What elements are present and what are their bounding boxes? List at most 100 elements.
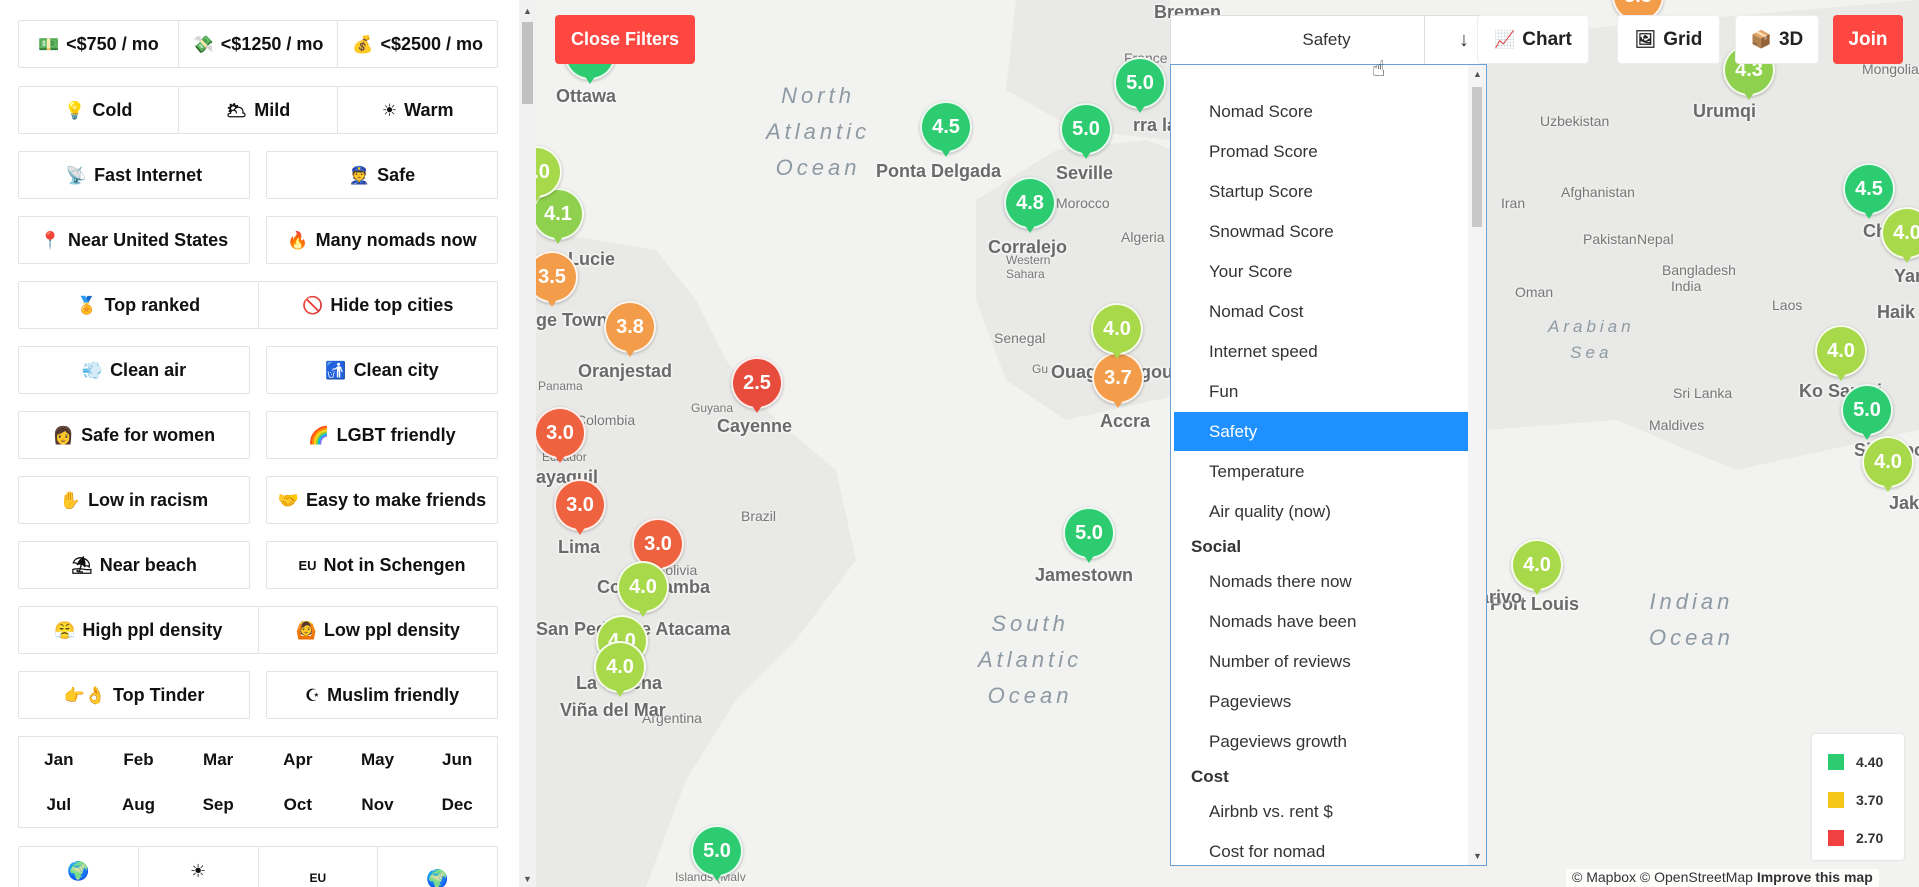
- score-pin[interactable]: 4.0: [1511, 539, 1563, 601]
- sort-option[interactable]: Nomads have been: [1174, 602, 1468, 641]
- filter-clean-air[interactable]: 💨 Clean air: [18, 346, 250, 394]
- sort-select[interactable]: Safety ↓: [1170, 15, 1487, 65]
- month-mar[interactable]: Mar: [178, 737, 258, 782]
- sort-dropdown-list[interactable]: Nomad Score Promad Score Startup Score S…: [1170, 64, 1487, 866]
- filter-warm[interactable]: ☀ Warm: [337, 86, 499, 134]
- score-pin[interactable]: 4.0: [1881, 207, 1919, 269]
- scroll-down-icon[interactable]: ▼: [523, 874, 532, 884]
- filter-safe-for-women[interactable]: 👩 Safe for women: [18, 411, 250, 459]
- filter-easy-friends[interactable]: 🤝 Easy to make friends: [266, 476, 498, 524]
- filter-low-racism[interactable]: ✋ Low in racism: [18, 476, 250, 524]
- scroll-up-icon[interactable]: ▲: [1473, 69, 1482, 79]
- filter-partial-1[interactable]: 🌍: [18, 846, 139, 887]
- month-jun[interactable]: Jun: [417, 737, 497, 782]
- filter-panel-scrollbar[interactable]: ▲ ▼: [519, 0, 536, 887]
- filter-hide-top-cities[interactable]: 🚫 Hide top cities: [257, 281, 498, 329]
- score-pin[interactable]: 5.0: [1063, 507, 1115, 569]
- score-pin[interactable]: 5.0: [691, 825, 743, 887]
- score-pin[interactable]: 4.5: [920, 101, 972, 163]
- sort-option[interactable]: Pageviews: [1174, 682, 1468, 721]
- city-corralejo[interactable]: Corralejo: [988, 237, 1067, 258]
- scrollbar-thumb[interactable]: [1472, 87, 1482, 227]
- filter-mild[interactable]: 🌥 Mild: [177, 86, 339, 134]
- scroll-up-icon[interactable]: ▲: [523, 6, 532, 16]
- grid-view-button[interactable]: 🖼 Grid: [1617, 15, 1720, 64]
- join-button[interactable]: Join: [1833, 15, 1903, 64]
- 3d-view-button[interactable]: 📦 3D: [1735, 15, 1819, 64]
- score-pin[interactable]: 4.0: [536, 146, 562, 208]
- sort-option[interactable]: Nomads there now: [1174, 562, 1468, 601]
- sort-option[interactable]: Startup Score: [1174, 172, 1468, 211]
- score-pin[interactable]: 2.5: [731, 357, 783, 419]
- sort-option-selected[interactable]: Safety: [1174, 412, 1468, 451]
- sort-option[interactable]: Nomad Score: [1174, 92, 1468, 131]
- score-pin[interactable]: 3.5: [536, 251, 578, 313]
- sort-option[interactable]: Internet speed: [1174, 332, 1468, 371]
- filter-low-density[interactable]: 🙆 Low ppl density: [257, 606, 498, 654]
- month-jan[interactable]: Jan: [19, 737, 99, 782]
- score-pin[interactable]: 3.8: [604, 301, 656, 363]
- month-jul[interactable]: Jul: [19, 782, 99, 827]
- sort-option[interactable]: Your Score: [1174, 252, 1468, 291]
- filter-partial-4[interactable]: 🌍: [377, 846, 498, 887]
- sort-option[interactable]: Snowmad Score: [1174, 212, 1468, 251]
- osm-link[interactable]: © OpenStreetMap: [1640, 869, 1753, 885]
- sort-option[interactable]: Air quality (now): [1174, 492, 1468, 531]
- score-pin[interactable]: 5.0: [1114, 57, 1166, 119]
- close-filters-button[interactable]: Close Filters: [555, 15, 695, 64]
- sort-option[interactable]: Number of reviews: [1174, 642, 1468, 681]
- filter-many-nomads[interactable]: 🔥 Many nomads now: [266, 216, 498, 264]
- filter-safe[interactable]: 👮 Safe: [266, 151, 498, 199]
- city-yangshuo[interactable]: Yangs: [1894, 266, 1919, 287]
- sort-option[interactable]: Promad Score: [1174, 132, 1468, 171]
- month-sep[interactable]: Sep: [178, 782, 258, 827]
- filter-budget-750[interactable]: 💵 <$750 / mo: [18, 20, 179, 68]
- sort-option[interactable]: Fun: [1174, 372, 1468, 411]
- sort-option[interactable]: Pageviews growth: [1174, 722, 1468, 761]
- city-accra[interactable]: Accra: [1100, 411, 1150, 432]
- city-cayenne[interactable]: Cayenne: [717, 416, 792, 437]
- filter-high-density[interactable]: 😤 High ppl density: [18, 606, 259, 654]
- city-oranjestad[interactable]: Oranjestad: [578, 361, 672, 382]
- score-pin[interactable]: 4.0: [1862, 436, 1914, 498]
- scroll-down-icon[interactable]: ▼: [1473, 851, 1482, 861]
- filter-partial-3[interactable]: EU: [257, 846, 379, 887]
- month-may[interactable]: May: [338, 737, 418, 782]
- filter-near-beach[interactable]: ⛱ Near beach: [18, 541, 250, 589]
- city-vina-del-mar[interactable]: Viña del Mar: [560, 700, 666, 721]
- score-pin[interactable]: 3.0: [554, 479, 606, 541]
- score-pin[interactable]: 4.0: [617, 561, 669, 623]
- score-pin[interactable]: 4.0: [1815, 325, 1867, 387]
- sort-option[interactable]: Cost for nomad: [1174, 832, 1468, 865]
- month-apr[interactable]: Apr: [258, 737, 338, 782]
- city-haikou[interactable]: Haik: [1877, 302, 1915, 323]
- filter-budget-1250[interactable]: 💸 <$1250 / mo: [177, 20, 339, 68]
- sort-option[interactable]: Airbnb vs. rent $: [1174, 792, 1468, 831]
- filter-cold[interactable]: 💡 Cold: [18, 86, 179, 134]
- score-pin[interactable]: 4.0: [1091, 303, 1143, 365]
- city-ponta-delgada[interactable]: Ponta Delgada: [876, 161, 1001, 182]
- sort-option[interactable]: Nomad Cost: [1174, 292, 1468, 331]
- month-dec[interactable]: Dec: [417, 782, 497, 827]
- filter-muslim-friendly[interactable]: ☪ Muslim friendly: [266, 671, 498, 719]
- filter-top-tinder[interactable]: 👉👌 Top Tinder: [18, 671, 250, 719]
- chart-view-button[interactable]: 📈 Chart: [1477, 15, 1589, 64]
- city-george-town[interactable]: ge Town: [536, 310, 608, 331]
- filter-fast-internet[interactable]: 📡 Fast Internet: [18, 151, 250, 199]
- filter-partial-2[interactable]: ☀: [137, 846, 259, 887]
- score-pin[interactable]: 4.8: [1004, 177, 1056, 239]
- filter-not-schengen[interactable]: EU Not in Schengen: [266, 541, 498, 589]
- filter-near-us[interactable]: 📍 Near United States: [18, 216, 250, 264]
- scrollbar-thumb[interactable]: [522, 22, 533, 104]
- filter-top-ranked[interactable]: 🏅 Top ranked: [18, 281, 259, 329]
- score-pin[interactable]: 5.0: [1060, 103, 1112, 165]
- month-nov[interactable]: Nov: [338, 782, 418, 827]
- dropdown-scrollbar[interactable]: ▲ ▼: [1468, 65, 1486, 865]
- improve-map-link[interactable]: Improve this map: [1757, 869, 1873, 885]
- sort-option[interactable]: Temperature: [1174, 452, 1468, 491]
- score-pin[interactable]: 3.0: [536, 407, 586, 469]
- filter-budget-2500[interactable]: 💰 <$2500 / mo: [337, 20, 499, 68]
- score-pin[interactable]: 4.0: [594, 641, 646, 703]
- city-seville[interactable]: Seville: [1056, 163, 1113, 184]
- filter-clean-city[interactable]: 🚮 Clean city: [266, 346, 498, 394]
